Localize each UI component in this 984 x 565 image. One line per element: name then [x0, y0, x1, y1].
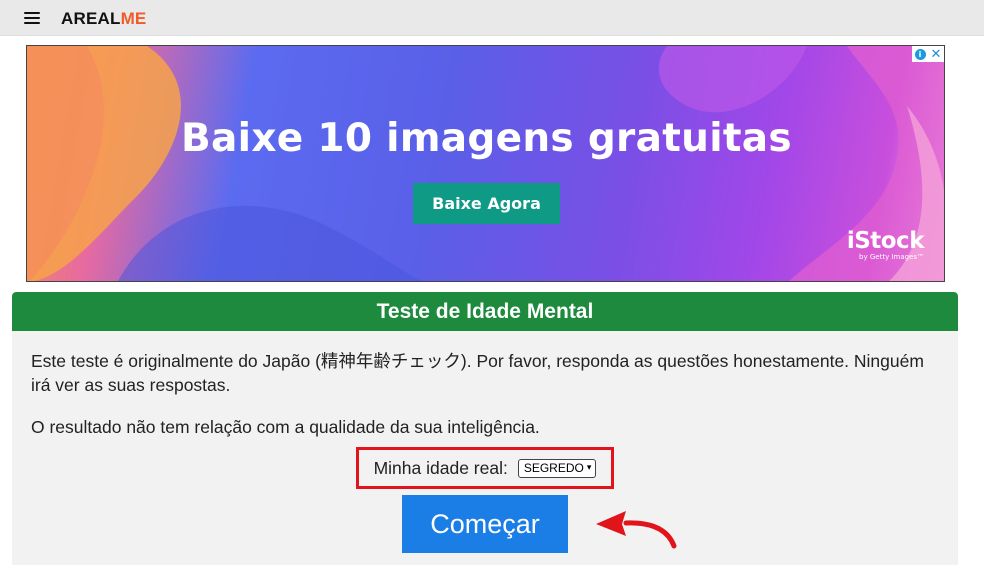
istock-brand: iStock — [846, 228, 925, 254]
top-navigation-bar: AREALME — [0, 0, 984, 36]
logo-accent-text: ME — [120, 9, 147, 28]
quiz-disclaimer-text: O resultado não tem relação com a qualid… — [31, 417, 540, 437]
quiz-panel: Teste de Idade Mental Este teste é origi… — [12, 292, 958, 565]
ad-download-button[interactable]: Baixe Agora — [413, 183, 560, 224]
ad-choices-corner: i ✕ — [912, 46, 944, 62]
advertisement-banner[interactable]: i ✕ Baixe 10 imagens gratuitas Baixe Ago… — [26, 45, 945, 282]
logo-text: AREAL — [61, 9, 121, 28]
site-logo[interactable]: AREALME — [61, 9, 146, 29]
chevron-down-icon: ▾ — [586, 461, 592, 472]
age-dropdown-value: SEGREDO — [523, 461, 584, 475]
istock-logo: iStock by Getty Images™ — [846, 228, 925, 261]
quiz-intro-text: Este teste é originalmente do Japão (精神年… — [31, 351, 924, 395]
age-label: Minha idade real: — [373, 457, 508, 478]
ad-close-icon[interactable]: ✕ — [928, 46, 944, 62]
age-selection-highlight: Minha idade real: SEGREDO ▾ — [356, 447, 614, 489]
start-button[interactable]: Começar — [402, 495, 568, 553]
istock-subtitle: by Getty Images™ — [859, 253, 924, 261]
ad-headline: Baixe 10 imagens gratuitas — [181, 116, 792, 161]
red-arrow-annotation-icon — [596, 511, 677, 549]
hamburger-menu-icon[interactable] — [24, 12, 40, 24]
age-dropdown[interactable]: SEGREDO ▾ — [517, 458, 597, 478]
ad-info-icon[interactable]: i — [912, 46, 928, 62]
ad-background-shapes — [27, 46, 944, 281]
quiz-title: Teste de Idade Mental — [12, 292, 958, 331]
